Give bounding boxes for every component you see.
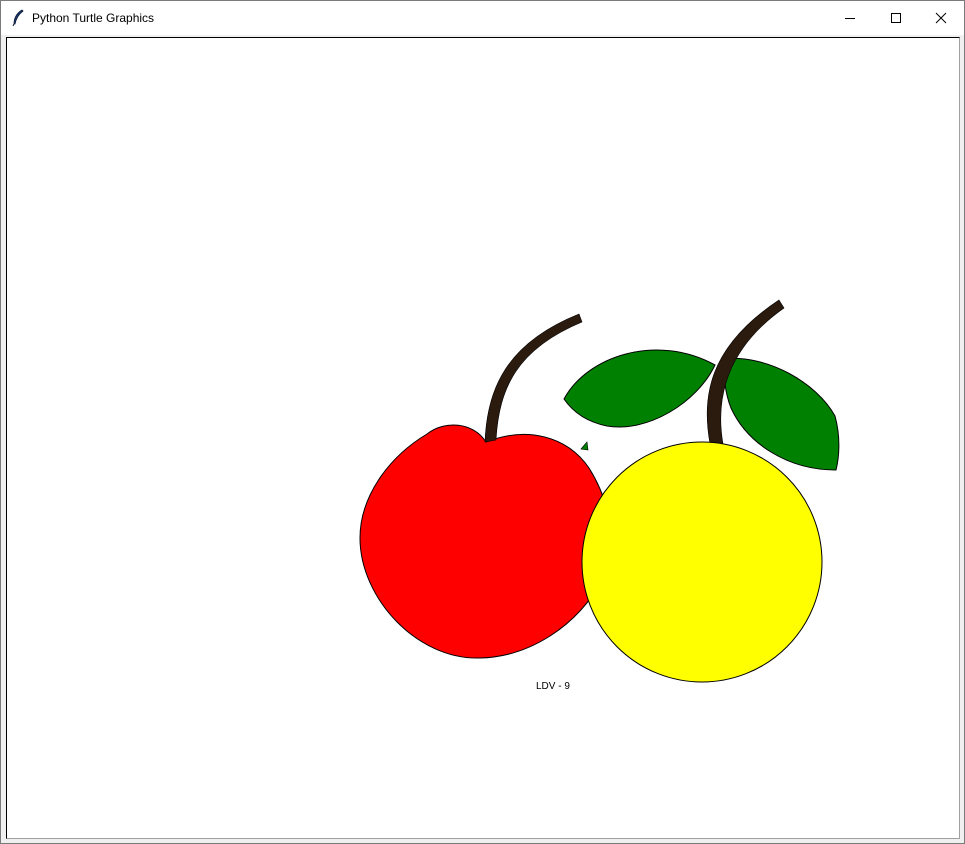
canvas-label: LDV - 9: [536, 681, 570, 692]
left-leaf: [563, 349, 716, 428]
minimize-icon: [845, 18, 855, 19]
close-icon: [935, 12, 947, 24]
title-bar[interactable]: Python Turtle Graphics: [1, 1, 964, 35]
minimize-button[interactable]: [827, 1, 873, 35]
turtle-canvas-area[interactable]: LDV - 9: [6, 37, 960, 839]
turtle-canvas[interactable]: LDV - 9: [7, 38, 959, 838]
maximize-icon: [891, 13, 901, 23]
cherry-leaf-tip: [580, 441, 589, 451]
close-button[interactable]: [918, 1, 964, 35]
turtle-window: Python Turtle Graphics LDV - 9: [0, 0, 965, 844]
feather-icon: [11, 9, 25, 27]
maximize-button[interactable]: [873, 1, 919, 35]
cherry: [359, 424, 612, 659]
cherry-stem: [484, 313, 583, 443]
window-title: Python Turtle Graphics: [32, 11, 155, 25]
lemon: [581, 441, 823, 683]
